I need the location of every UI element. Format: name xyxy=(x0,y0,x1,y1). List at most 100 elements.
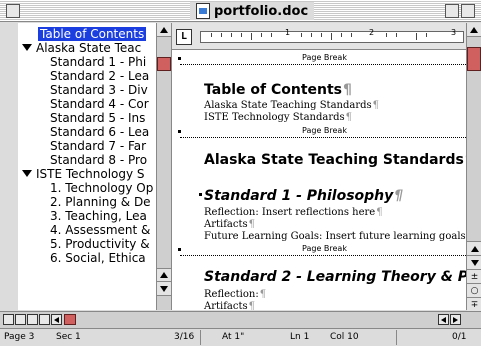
outline-item[interactable]: Standard 5 - Ins xyxy=(50,111,145,125)
collapse-box[interactable] xyxy=(461,4,475,18)
document-scroll-up-button-bottom[interactable] xyxy=(467,241,481,255)
outline-scroll-thumb[interactable] xyxy=(157,57,171,71)
outline-item-label: Standard 8 - Pro xyxy=(50,153,148,167)
document-window: portfolio.doc Table of Contents Alaska S… xyxy=(0,0,481,346)
disclosure-triangle-icon[interactable] xyxy=(22,44,32,51)
outline-item[interactable]: 6. Social, Ethica xyxy=(50,251,146,265)
ruler: L 1 2 3 xyxy=(172,23,466,50)
ruler-number: 2 xyxy=(369,28,375,37)
reflection-line: Reflection:¶ xyxy=(204,289,267,300)
arrow-right-icon xyxy=(453,316,458,323)
status-column: Col 10 xyxy=(330,332,359,342)
outline-scrollbar[interactable] xyxy=(156,23,172,310)
arrow-left-icon xyxy=(441,316,446,323)
page-layout-view-button[interactable] xyxy=(27,314,38,325)
status-line: Ln 1 xyxy=(290,332,310,342)
outline-item-label: 4. Assessment & xyxy=(50,223,151,237)
outline-item-alaska-standards[interactable]: Alaska State Teac xyxy=(22,41,141,55)
status-section: Sec 1 xyxy=(56,332,81,342)
artifacts-line: Artifacts¶ xyxy=(204,301,256,310)
status-page: Page 3 xyxy=(4,332,35,342)
page-break: Page Break xyxy=(178,244,466,256)
outline-item-iste-standards[interactable]: ISTE Technology S xyxy=(22,167,145,181)
outline-item-label: ISTE Technology S xyxy=(36,167,145,181)
outline-item-label: Standard 2 - Lea xyxy=(50,69,150,83)
tab-stop-button[interactable]: L xyxy=(176,29,192,45)
status-revision: 0/1 xyxy=(452,332,467,342)
document-scroll-up-button[interactable] xyxy=(467,23,481,37)
document-scrollbar[interactable]: ± ○ ∓ xyxy=(466,23,481,311)
next-page-button[interactable]: ∓ xyxy=(467,297,481,311)
outline-scroll-up-button[interactable] xyxy=(157,23,171,37)
outline-item-label: Standard 3 - Div xyxy=(50,83,148,97)
outline-hscroll-thumb[interactable] xyxy=(64,314,76,325)
outline-item-label: 5. Productivity & xyxy=(50,237,150,251)
outline-scroll-left-button[interactable] xyxy=(51,314,62,325)
outline-item[interactable]: Standard 6 - Lea xyxy=(50,125,149,139)
toc-heading: Table of Contents¶ xyxy=(204,82,352,98)
close-box[interactable] xyxy=(6,4,20,18)
outline-item-label: Standard 1 - Phi xyxy=(50,55,147,69)
online-layout-view-button[interactable] xyxy=(15,314,26,325)
window-title-text: portfolio.doc xyxy=(214,3,309,19)
browse-object-button[interactable]: ○ xyxy=(467,283,481,297)
standard-heading: Standard 1 - Philosophy¶ xyxy=(204,188,404,204)
horizontal-bar xyxy=(0,311,481,328)
arrow-down-icon xyxy=(160,285,168,292)
ruler-number: 1 xyxy=(285,28,291,37)
outline-item-label: Table of Contents xyxy=(38,27,147,41)
page-break: Page Break xyxy=(178,126,466,138)
status-at: At 1" xyxy=(222,332,245,342)
reflection-line: Reflection: Insert reflections here¶ xyxy=(204,207,383,218)
outline-scroll-down-button[interactable] xyxy=(157,282,171,296)
document-body[interactable]: Page Break Table of Contents¶ Alaska Sta… xyxy=(172,50,466,310)
bullet-icon xyxy=(199,193,202,196)
arrow-down-icon xyxy=(470,259,479,266)
outline-item-label: Standard 6 - Lea xyxy=(50,125,150,139)
document-scroll-right-button[interactable] xyxy=(450,314,461,325)
outline-item-table-of-contents[interactable]: Table of Contents xyxy=(38,27,147,41)
artifacts-line: Artifacts¶ xyxy=(204,219,256,230)
ruler-number: 3 xyxy=(451,28,457,37)
arrow-up-icon xyxy=(470,26,478,33)
ruler-track[interactable]: 1 2 3 xyxy=(200,28,464,43)
outline-view-button[interactable] xyxy=(39,314,50,325)
outline-item[interactable]: 1. Technology Op xyxy=(50,181,153,195)
document-scroll-down-button[interactable] xyxy=(467,255,481,269)
outline-item[interactable]: Standard 1 - Phi xyxy=(50,55,146,69)
document-icon xyxy=(196,3,210,19)
document-scroll-left-button[interactable] xyxy=(438,314,449,325)
goals-line: Future Learning Goals: Insert future lea… xyxy=(204,231,466,242)
outline-item[interactable]: Standard 7 - Far xyxy=(50,139,146,153)
status-bar: Page 3 Sec 1 3/16 At 1" Ln 1 Col 10 0/1 xyxy=(0,328,481,346)
normal-view-button[interactable] xyxy=(3,314,14,325)
disclosure-triangle-icon[interactable] xyxy=(22,170,32,177)
title-bar[interactable]: portfolio.doc xyxy=(0,0,481,22)
outline-item-label: Standard 4 - Cor xyxy=(50,97,149,111)
previous-page-button[interactable]: ± xyxy=(467,269,481,283)
outline-item[interactable]: Standard 2 - Lea xyxy=(50,69,149,83)
window-title: portfolio.doc xyxy=(190,2,315,20)
outline-item[interactable]: 2. Planning & De xyxy=(50,195,151,209)
toc-line: Alaska State Teaching Standards¶ xyxy=(204,100,380,111)
outline-item[interactable]: Standard 8 - Pro xyxy=(50,153,147,167)
arrow-up-icon xyxy=(160,26,168,33)
outline-item-label: 1. Technology Op xyxy=(50,181,154,195)
outline-item[interactable]: 4. Assessment & xyxy=(50,223,150,237)
outline-item[interactable]: 5. Productivity & xyxy=(50,237,150,251)
zoom-box[interactable] xyxy=(445,4,459,18)
outline-pane: Table of Contents Alaska State Teac Stan… xyxy=(18,23,156,310)
outline-item[interactable]: Standard 4 - Cor xyxy=(50,97,149,111)
outline-scroll-up-button-bottom[interactable] xyxy=(157,268,171,282)
outline-item-label: Alaska State Teac xyxy=(36,41,142,55)
document-scroll-thumb[interactable] xyxy=(467,47,481,71)
outline-item-label: 2. Planning & De xyxy=(50,195,151,209)
toc-line: ISTE Technology Standards¶ xyxy=(204,112,353,123)
outline-item-label: 3. Teaching, Lea xyxy=(50,209,147,223)
outline-item[interactable]: Standard 3 - Div xyxy=(50,83,148,97)
outline-item[interactable]: 3. Teaching, Lea xyxy=(50,209,147,223)
outline-item-label: Standard 7 - Far xyxy=(50,139,147,153)
section-heading: Alaska State Teaching Standards¶ xyxy=(204,152,466,168)
page-break: Page Break xyxy=(178,53,466,65)
arrow-up-icon xyxy=(160,272,168,278)
